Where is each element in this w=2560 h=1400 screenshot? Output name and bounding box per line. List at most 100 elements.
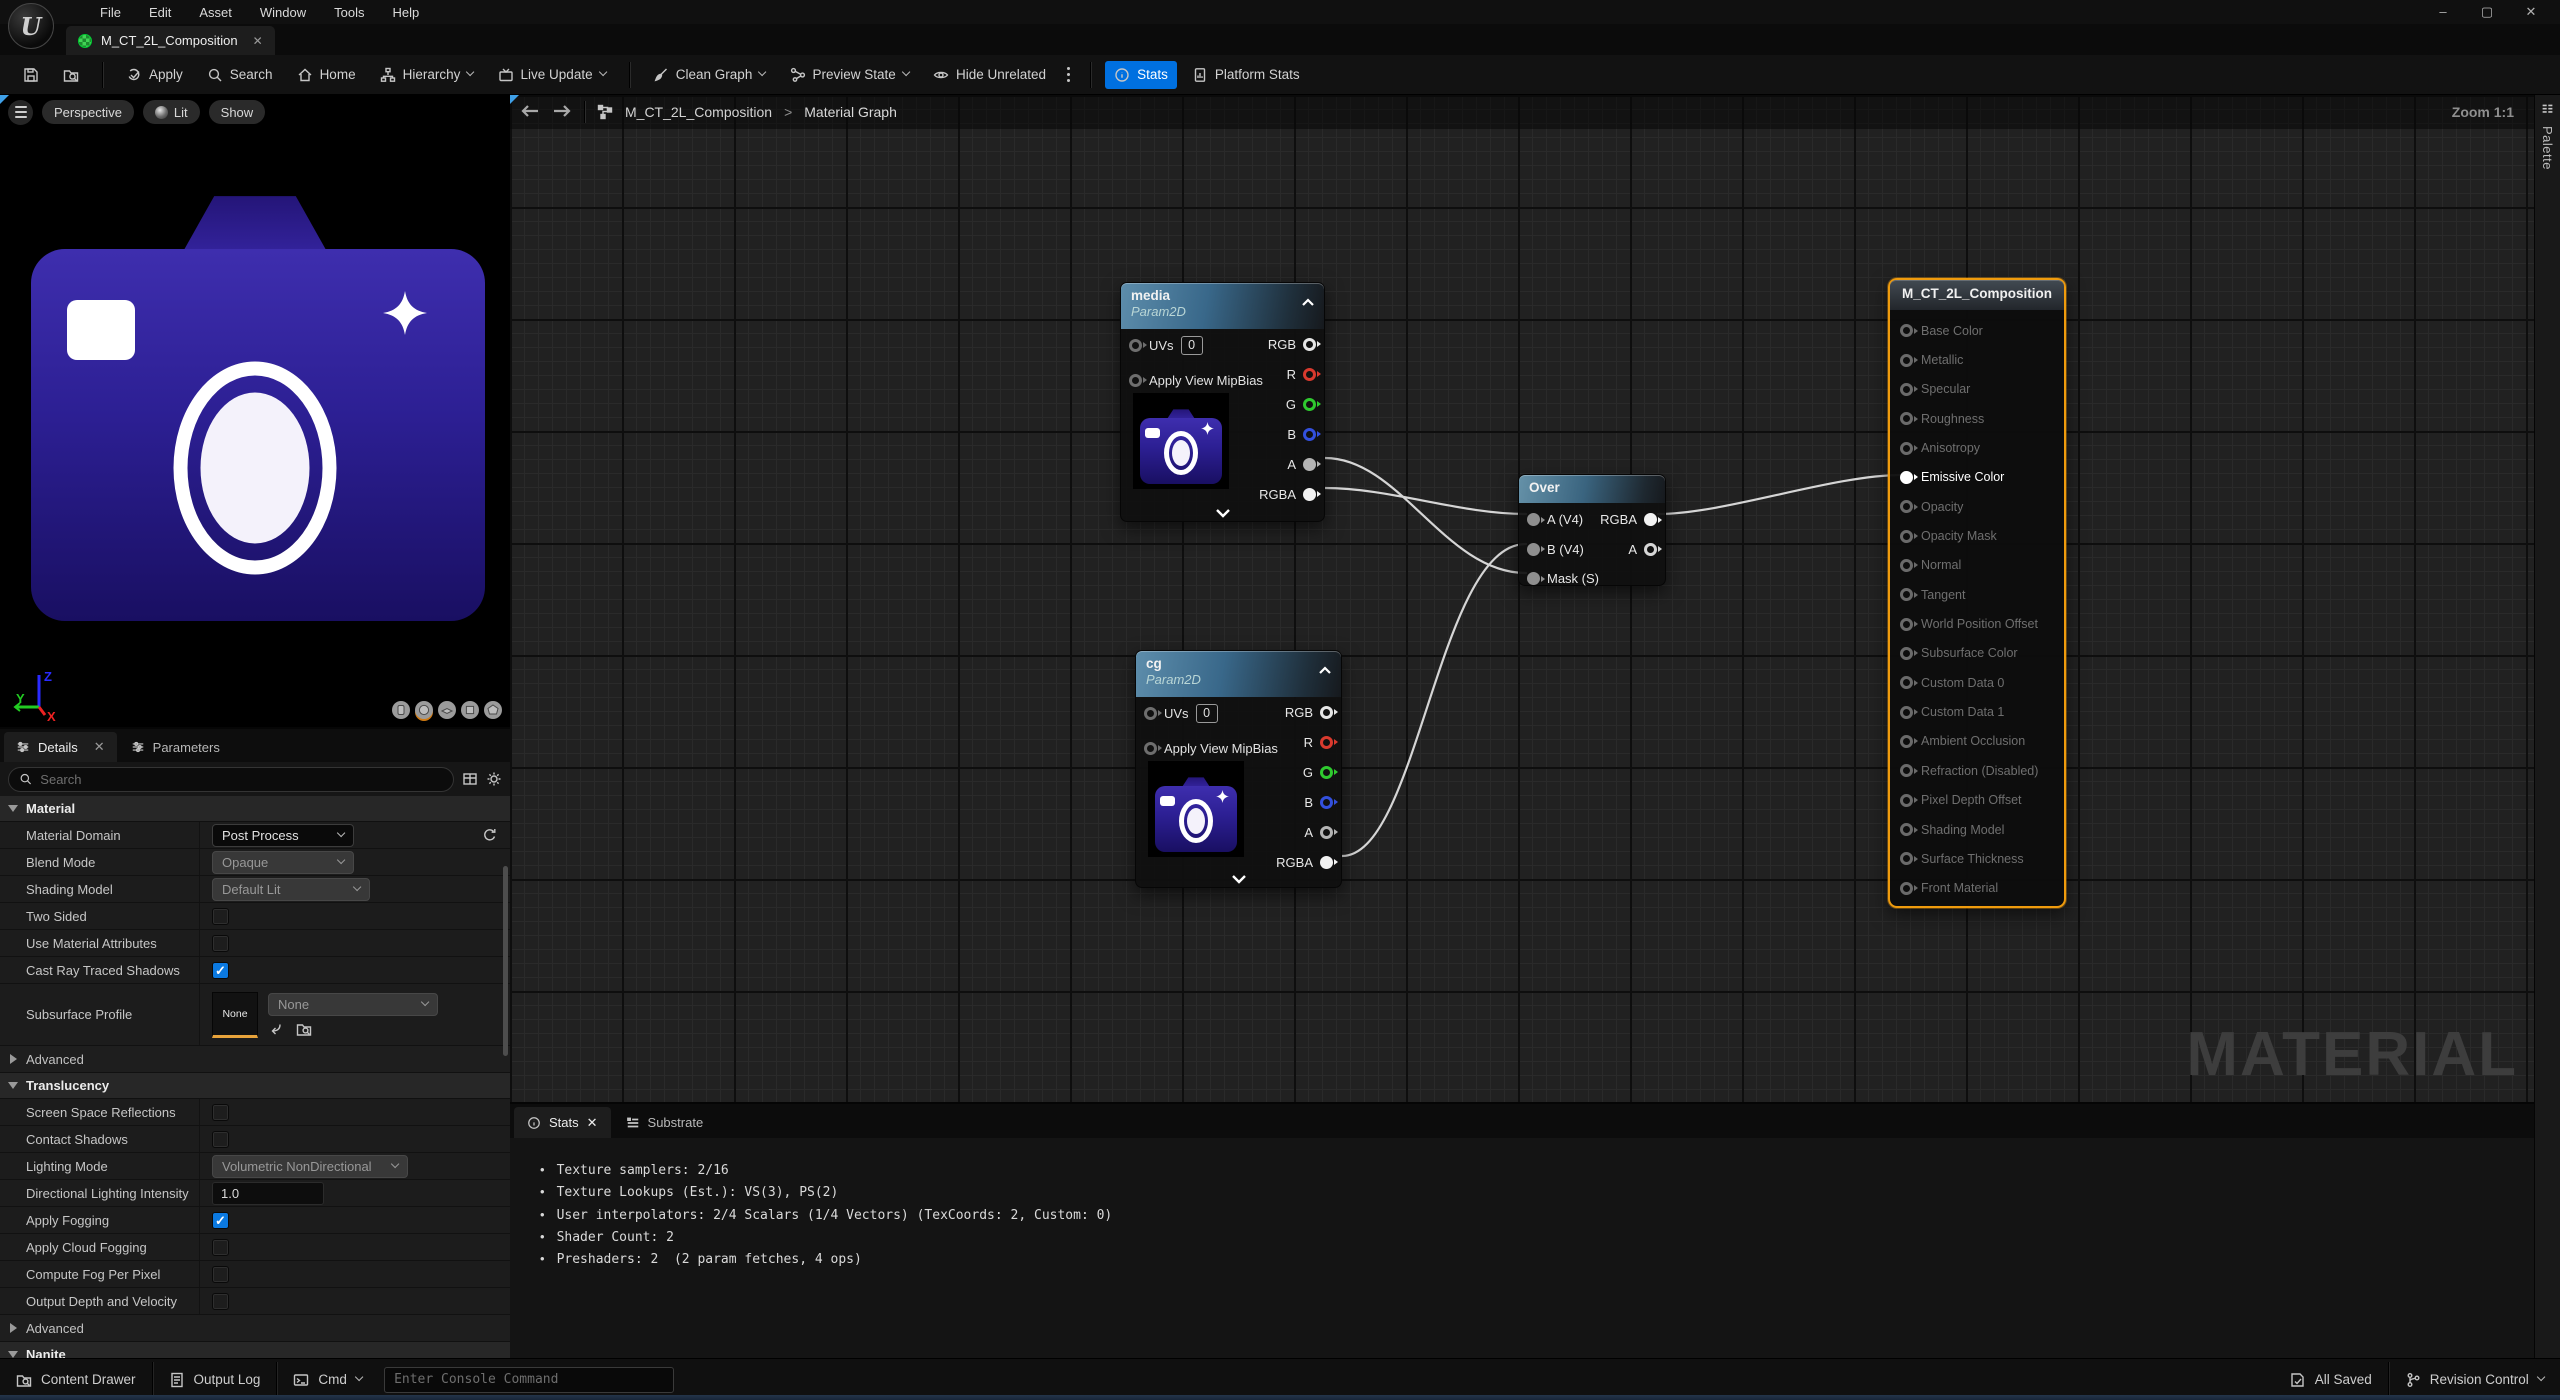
cylinder-shape-button[interactable] [392, 701, 410, 719]
tab-details[interactable]: Details ✕ [4, 732, 117, 762]
details-scrollbar[interactable] [503, 866, 508, 1056]
mipbias-input-row[interactable]: Apply View MipBias [1144, 738, 1278, 758]
output-pin-row[interactable]: RGBA [1259, 479, 1316, 509]
node-cg-param2d[interactable]: cg Param2D UVs 0 Apply View MipBias [1135, 650, 1342, 888]
material-attribute-pin-row[interactable]: Emissive Color [1890, 463, 2064, 492]
output-depth-and-velocity-checkbox[interactable] [212, 1293, 229, 1310]
material-input-pin[interactable] [1900, 530, 1913, 543]
content-drawer-button[interactable]: Content Drawer [0, 1362, 152, 1398]
material-input-pin[interactable] [1900, 412, 1913, 425]
material-attribute-pin-row[interactable]: Subsurface Color [1890, 639, 2064, 668]
save-button[interactable] [14, 61, 48, 89]
output-pin[interactable] [1303, 488, 1316, 501]
output-pin[interactable] [1303, 398, 1316, 411]
material-input-pin[interactable] [1900, 471, 1913, 484]
cast-ray-traced-shadows-checkbox[interactable] [212, 962, 229, 979]
close-button[interactable]: ✕ [2516, 4, 2546, 20]
mipbias-input-row[interactable]: Apply View MipBias [1129, 370, 1263, 390]
maximize-button[interactable]: ▢ [2472, 4, 2502, 20]
expand-down-icon[interactable] [1231, 874, 1247, 884]
viewport-menu-button[interactable] [8, 100, 33, 125]
section-translucency[interactable]: Translucency [0, 1073, 510, 1099]
apply-cloud-fogging-checkbox[interactable] [212, 1239, 229, 1256]
output-log-button[interactable]: Output Log [153, 1362, 277, 1398]
section-material[interactable]: Material [0, 796, 510, 822]
platform-stats-button[interactable]: Platform Stats [1183, 61, 1309, 89]
material-input-pin[interactable] [1900, 735, 1913, 748]
output-pin-row[interactable]: RGB [1276, 697, 1333, 727]
section-nanite[interactable]: Nanite [0, 1342, 510, 1358]
menu-item[interactable]: File [88, 2, 133, 23]
node-media-param2d[interactable]: media Param2D UVs 0 Apply View MipBias [1120, 282, 1325, 522]
uvs-input-row[interactable]: UVs 0 [1144, 703, 1218, 723]
output-pin-row[interactable]: B [1276, 787, 1333, 817]
all-saved-indicator[interactable]: All Saved [2274, 1362, 2388, 1398]
back-button[interactable] [520, 103, 540, 122]
output-pin[interactable] [1303, 368, 1316, 381]
material-attribute-pin-row[interactable]: Refraction (Disabled) [1890, 756, 2064, 785]
node-header[interactable]: Over [1519, 475, 1665, 503]
breadcrumb-asset[interactable]: M_CT_2L_Composition [625, 104, 772, 120]
input-pin[interactable] [1527, 513, 1540, 526]
revision-control-button[interactable]: Revision Control [2389, 1362, 2560, 1398]
node-header[interactable]: cg Param2D [1136, 651, 1341, 697]
console-command-input[interactable] [384, 1367, 674, 1393]
material-input-pin[interactable] [1900, 324, 1913, 337]
output-pin-row[interactable]: RGBA [1276, 847, 1333, 877]
input-pin-row[interactable]: Mask (S) [1527, 564, 1599, 594]
output-pin-row[interactable]: RGBA [1600, 505, 1657, 535]
details-search-input[interactable] [40, 772, 443, 787]
breadcrumb-page[interactable]: Material Graph [804, 104, 897, 120]
output-pin-row[interactable]: A [1259, 449, 1316, 479]
output-pin[interactable] [1303, 428, 1316, 441]
material-attribute-pin-row[interactable]: Roughness [1890, 404, 2064, 433]
material-input-pin[interactable] [1900, 500, 1913, 513]
output-pin[interactable] [1320, 856, 1333, 869]
menu-item[interactable]: Asset [187, 2, 244, 23]
gear-icon[interactable] [486, 771, 502, 787]
use-material-attributes-checkbox[interactable] [212, 935, 229, 952]
apply-button[interactable]: Apply [117, 61, 192, 89]
output-pin[interactable] [1320, 766, 1333, 779]
material-input-pin[interactable] [1900, 676, 1913, 689]
hide-unrelated-button[interactable]: Hide Unrelated [924, 61, 1055, 89]
material-attribute-pin-row[interactable]: Anisotropy [1890, 433, 2064, 462]
compute-fog-per-pixel-checkbox[interactable] [212, 1266, 229, 1283]
uvs-value-box[interactable]: 0 [1181, 336, 1203, 355]
material-input-pin[interactable] [1900, 764, 1913, 777]
output-pin[interactable] [1303, 458, 1316, 471]
menu-item[interactable]: Window [248, 2, 318, 23]
uvs-value-box[interactable]: 0 [1196, 704, 1218, 723]
menu-item[interactable]: Tools [322, 2, 376, 23]
stats-tab-close-icon[interactable]: ✕ [587, 1115, 598, 1131]
plane-shape-button[interactable] [438, 701, 456, 719]
tab-parameters[interactable]: Parameters [119, 732, 232, 762]
material-attribute-pin-row[interactable]: Opacity [1890, 492, 2064, 521]
input-pin[interactable] [1129, 374, 1142, 387]
clean-graph-button[interactable]: Clean Graph [644, 61, 775, 89]
palette-side-tab[interactable]: Palette [2534, 95, 2560, 1358]
material-attribute-pin-row[interactable]: World Position Offset [1890, 609, 2064, 638]
menu-item[interactable]: Help [380, 2, 431, 23]
material-attribute-pin-row[interactable]: Ambient Occlusion [1890, 727, 2064, 756]
material-input-pin[interactable] [1900, 618, 1913, 631]
minimize-button[interactable]: – [2428, 4, 2458, 20]
material-attribute-pin-row[interactable]: Normal [1890, 551, 2064, 580]
apply-fogging-checkbox[interactable] [212, 1212, 229, 1229]
output-pin-row[interactable]: B [1259, 419, 1316, 449]
lit-mode-button[interactable]: Lit [143, 100, 200, 124]
details-search-field[interactable] [8, 767, 454, 792]
material-attribute-pin-row[interactable]: Custom Data 0 [1890, 668, 2064, 697]
material-attribute-pin-row[interactable]: Base Color [1890, 316, 2064, 345]
output-pin-row[interactable]: R [1276, 727, 1333, 757]
menu-item[interactable]: Edit [137, 2, 183, 23]
subsurface-profile-dropdown[interactable]: None [268, 993, 438, 1016]
input-pin[interactable] [1144, 707, 1157, 720]
node-header[interactable]: M_CT_2L_Composition [1890, 280, 2064, 310]
browse-asset-icon[interactable] [296, 1021, 312, 1037]
input-pin-row[interactable]: B (V4) [1527, 535, 1599, 565]
home-button[interactable]: Home [288, 61, 365, 89]
input-pin[interactable] [1527, 543, 1540, 556]
search-button[interactable]: Search [198, 61, 282, 89]
perspective-button[interactable]: Perspective [42, 100, 134, 124]
